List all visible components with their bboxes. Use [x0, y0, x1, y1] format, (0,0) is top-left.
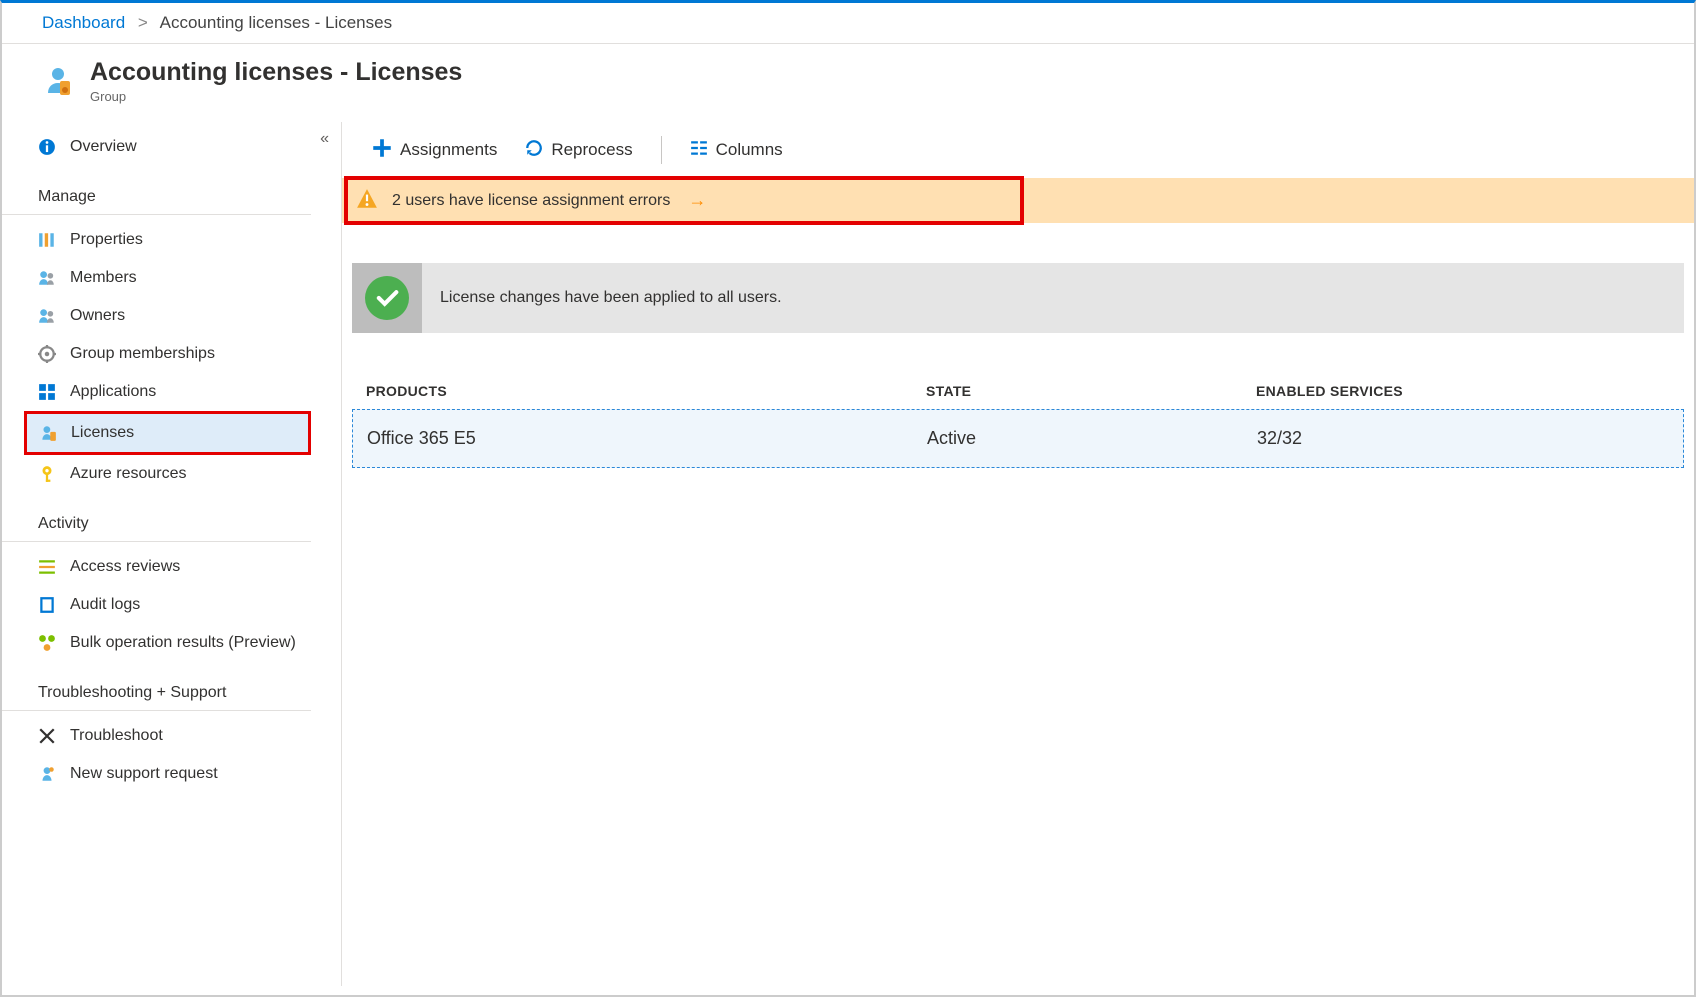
owners-icon — [38, 307, 56, 325]
toolbar-label: Assignments — [400, 140, 497, 160]
apps-icon — [38, 383, 56, 401]
sidebar-item-members[interactable]: Members — [2, 259, 341, 297]
sidebar-item-label: New support request — [70, 765, 218, 783]
main-content: Assignments Reprocess Columns 2 users — [342, 122, 1694, 986]
toolbar-separator — [661, 136, 662, 164]
checkmark-icon — [365, 276, 409, 320]
sidebar-item-label: Audit logs — [70, 596, 140, 614]
sidebar-item-label: Azure resources — [70, 465, 187, 483]
page-header: Accounting licenses - Licenses Group — [2, 44, 1694, 122]
sidebar-item-label: Group memberships — [70, 345, 215, 363]
warning-icon — [356, 188, 378, 213]
sidebar-item-access-reviews[interactable]: Access reviews — [2, 548, 341, 586]
columns-icon — [690, 139, 708, 162]
sidebar-item-label: Owners — [70, 307, 125, 325]
bulk-operation-icon — [38, 634, 56, 652]
sidebar-item-new-support[interactable]: New support request — [2, 755, 341, 793]
sidebar-item-audit-logs[interactable]: Audit logs — [2, 586, 341, 624]
gear-icon — [38, 345, 56, 363]
sidebar: « Overview Manage Properties Members Own — [2, 122, 342, 986]
sidebar-item-label: Overview — [70, 138, 137, 156]
sidebar-item-bulk-operation[interactable]: Bulk operation results (Preview) — [2, 624, 341, 662]
success-icon-wrap — [352, 263, 422, 333]
cell-product: Office 365 E5 — [367, 428, 927, 449]
table-row[interactable]: Office 365 E5 Active 32/32 — [352, 409, 1684, 468]
sidebar-item-owners[interactable]: Owners — [2, 297, 341, 335]
refresh-icon — [525, 139, 543, 162]
breadcrumb: Dashboard > Accounting licenses - Licens… — [2, 3, 1694, 44]
breadcrumb-dashboard[interactable]: Dashboard — [42, 13, 125, 32]
sidebar-item-label: Troubleshoot — [70, 727, 163, 745]
sidebar-item-label: Licenses — [71, 424, 134, 442]
cell-state: Active — [927, 428, 1257, 449]
sidebar-item-licenses[interactable]: Licenses — [24, 411, 311, 455]
support-icon — [38, 765, 56, 783]
breadcrumb-separator: > — [138, 13, 148, 32]
page-title: Accounting licenses - Licenses — [90, 58, 462, 87]
success-text: License changes have been applied to all… — [440, 289, 782, 307]
toolbar-label: Reprocess — [551, 140, 632, 160]
sidebar-item-label: Properties — [70, 231, 143, 249]
sidebar-item-properties[interactable]: Properties — [2, 221, 341, 259]
sidebar-item-label: Members — [70, 269, 137, 287]
license-icon — [39, 424, 57, 442]
success-notice: License changes have been applied to all… — [352, 263, 1684, 333]
toolbar: Assignments Reprocess Columns — [342, 122, 1694, 178]
assignments-button[interactable]: Assignments — [372, 138, 497, 163]
tools-icon — [38, 727, 56, 745]
breadcrumb-current: Accounting licenses - Licenses — [160, 13, 392, 32]
sidebar-item-label: Bulk operation results (Preview) — [70, 634, 296, 652]
sidebar-item-label: Applications — [70, 383, 156, 401]
col-header-state[interactable]: STATE — [926, 383, 1256, 399]
info-icon — [38, 138, 56, 156]
access-reviews-icon — [38, 558, 56, 576]
col-header-products[interactable]: PRODUCTS — [366, 383, 926, 399]
collapse-sidebar-button[interactable]: « — [320, 130, 329, 148]
columns-button[interactable]: Columns — [690, 139, 783, 162]
table-header: PRODUCTS STATE ENABLED SERVICES — [352, 373, 1684, 409]
members-icon — [38, 269, 56, 287]
sidebar-item-troubleshoot[interactable]: Troubleshoot — [2, 717, 341, 755]
sidebar-item-group-memberships[interactable]: Group memberships — [2, 335, 341, 373]
toolbar-label: Columns — [716, 140, 783, 160]
sidebar-group-support: Troubleshooting + Support — [2, 662, 311, 711]
arrow-right-icon: → — [688, 190, 706, 211]
sidebar-item-azure-resources[interactable]: Azure resources — [2, 455, 341, 493]
col-header-services[interactable]: ENABLED SERVICES — [1256, 383, 1670, 399]
warning-banner[interactable]: 2 users have license assignment errors → — [342, 178, 1694, 223]
page-subtitle: Group — [90, 89, 462, 104]
group-license-icon — [42, 65, 74, 97]
reprocess-button[interactable]: Reprocess — [525, 139, 632, 162]
sidebar-item-applications[interactable]: Applications — [2, 373, 341, 411]
sidebar-item-label: Access reviews — [70, 558, 180, 576]
plus-icon — [372, 138, 392, 163]
licenses-table: PRODUCTS STATE ENABLED SERVICES Office 3… — [352, 373, 1684, 468]
sidebar-group-activity: Activity — [2, 493, 311, 542]
properties-icon — [38, 231, 56, 249]
warning-text: 2 users have license assignment errors — [392, 192, 670, 210]
sidebar-group-manage: Manage — [2, 166, 311, 215]
cell-services: 32/32 — [1257, 428, 1669, 449]
sidebar-item-overview[interactable]: Overview — [2, 128, 341, 166]
key-icon — [38, 465, 56, 483]
audit-logs-icon — [38, 596, 56, 614]
